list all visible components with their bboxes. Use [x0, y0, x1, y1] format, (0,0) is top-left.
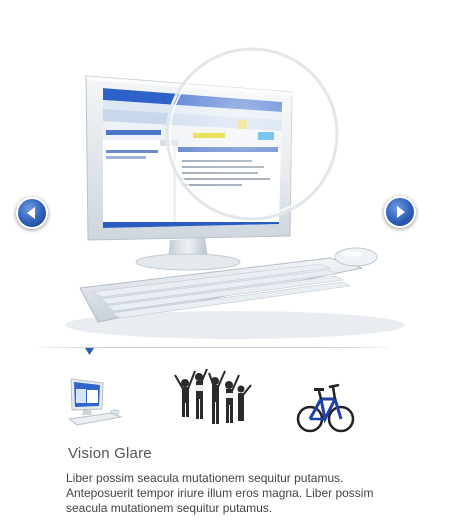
people-thumbnail[interactable] — [165, 365, 255, 435]
group-icon — [174, 368, 252, 424]
slider-hero — [0, 0, 470, 345]
bicycle-icon — [296, 383, 355, 433]
computer-thumbnail[interactable] — [65, 375, 125, 430]
next-slide-button[interactable] — [384, 196, 416, 228]
caption-title: Vision Glare — [68, 445, 152, 462]
chevron-left-icon — [27, 207, 35, 219]
monitor-icon — [67, 378, 123, 426]
chevron-right-icon — [397, 206, 405, 218]
active-thumb-pointer-icon — [85, 348, 94, 355]
caption-text: Liber possim seacula mutationem sequitur… — [66, 471, 374, 515]
bicycle-thumbnail[interactable] — [295, 375, 355, 440]
previous-slide-button[interactable] — [16, 197, 48, 229]
computer-hero-image — [65, 47, 405, 339]
